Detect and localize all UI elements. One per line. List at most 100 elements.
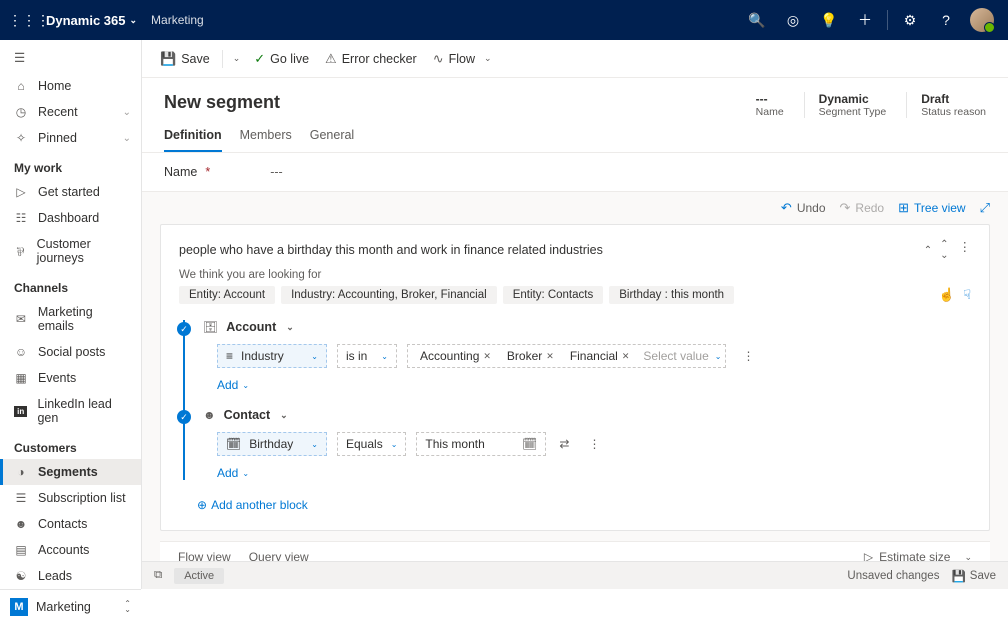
- chevron-down-icon: ⌄: [480, 53, 496, 64]
- treeview-button[interactable]: ⊞Tree view: [898, 200, 965, 216]
- chevron-down-icon[interactable]: ⌄: [280, 410, 288, 421]
- chevron-down-icon: ⌄: [391, 440, 398, 449]
- page-title: New segment: [164, 92, 280, 118]
- chevron-down-icon[interactable]: ⌄: [286, 322, 294, 333]
- remove-icon[interactable]: ✕: [622, 351, 630, 362]
- suggest-label: We think you are looking for: [179, 269, 971, 281]
- gear-icon[interactable]: ⚙: [892, 12, 928, 29]
- sidebar-item-events[interactable]: ▦Events: [0, 365, 141, 391]
- block-check-icon: ✓: [177, 410, 191, 424]
- suggest-chip[interactable]: Entity: Contacts: [503, 286, 604, 304]
- sidebar-item-linkedin[interactable]: inLinkedIn lead gen: [0, 391, 141, 431]
- pin-icon: ✧: [14, 131, 28, 145]
- block-check-icon: ✓: [177, 322, 191, 336]
- queryview-tab[interactable]: Query view: [249, 550, 309, 561]
- dashboard-icon: ☷: [14, 211, 28, 225]
- flow-icon: ∿: [433, 51, 444, 67]
- calendar-icon: 🗓: [522, 437, 537, 451]
- entity-label[interactable]: Contact: [224, 408, 271, 422]
- value-input[interactable]: This month 🗓: [416, 432, 546, 456]
- status-badge: Active: [174, 568, 224, 584]
- operator-dropdown[interactable]: Equals⌄: [337, 432, 406, 456]
- undo-button[interactable]: ↶Undo: [781, 200, 826, 216]
- sidebar-item-contacts[interactable]: ☻Contacts: [0, 511, 141, 537]
- query-block-contact: ✓ ☻ Contact ⌄ 🗓Birthday⌄ Equals⌄ This m: [185, 408, 971, 480]
- plus-icon: ⊕: [197, 498, 207, 512]
- nlq-input[interactable]: people who have a birthday this month an…: [179, 243, 916, 257]
- sidebar-item-getstarted[interactable]: ▷Get started: [0, 179, 141, 205]
- hamburger-icon[interactable]: ☰: [0, 40, 141, 73]
- golive-button[interactable]: ✓Go live: [248, 47, 315, 71]
- nlq-more-icon[interactable]: ⋮: [959, 239, 972, 261]
- add-block-button[interactable]: ⊕Add another block: [179, 496, 971, 514]
- save-chevron[interactable]: ⌄: [229, 53, 245, 64]
- home-icon: ⌂: [14, 79, 28, 93]
- mail-icon: ✉: [14, 312, 28, 326]
- sidebar-item-dashboard[interactable]: ☷Dashboard: [0, 205, 141, 231]
- target-icon[interactable]: ◎: [775, 12, 811, 29]
- sidebar-group-customers: Customers: [0, 431, 141, 459]
- sidebar-item-social[interactable]: ☺Social posts: [0, 339, 141, 365]
- collapse-icon[interactable]: ⌃: [924, 245, 932, 256]
- shuffle-icon[interactable]: ⇄: [556, 437, 572, 451]
- flowview-tab[interactable]: Flow view: [178, 550, 231, 561]
- app-launcher-icon[interactable]: ⋮⋮⋮: [8, 12, 40, 29]
- thumbs-down-icon[interactable]: ☟: [963, 287, 971, 303]
- avatar[interactable]: [970, 8, 994, 32]
- sidebar-item-subscription[interactable]: ☰Subscription list: [0, 485, 141, 511]
- redo-button[interactable]: ↷Redo: [840, 200, 885, 216]
- nlq-collapse-icon[interactable]: ⌃⌄: [940, 239, 948, 261]
- suggest-chip[interactable]: Industry: Accounting, Broker, Financial: [281, 286, 497, 304]
- sidebar-item-pinned[interactable]: ✧Pinned⌄: [0, 125, 141, 151]
- expand-button[interactable]: ⤢: [980, 200, 990, 216]
- suggest-chip[interactable]: Entity: Account: [179, 286, 275, 304]
- entity-icon: ☻: [203, 408, 216, 422]
- sidebar-item-home[interactable]: ⌂Home: [0, 73, 141, 99]
- estimate-button[interactable]: ▷Estimate size⌄: [864, 550, 972, 561]
- footer-save-button[interactable]: 💾Save: [951, 569, 996, 583]
- unsaved-label: Unsaved changes: [847, 570, 939, 582]
- operator-dropdown[interactable]: is in⌄: [337, 344, 397, 368]
- sidebar-group-mywork: My work: [0, 151, 141, 179]
- popout-icon[interactable]: ⧉: [154, 569, 162, 582]
- tree-icon: ⊞: [898, 200, 909, 216]
- suggest-chip[interactable]: Birthday : this month: [609, 286, 734, 304]
- remove-icon[interactable]: ✕: [483, 351, 491, 362]
- chevron-down-icon: ⌄: [242, 469, 249, 478]
- sidebar-item-segments[interactable]: ◑Segments: [0, 459, 141, 485]
- add-icon[interactable]: ＋: [847, 10, 883, 30]
- value-placeholder: Select value: [637, 349, 714, 363]
- tab-members[interactable]: Members: [240, 128, 292, 152]
- sidebar-item-journeys[interactable]: ⅌Customer journeys: [0, 231, 141, 271]
- sidebar-item-leads[interactable]: ☯Leads: [0, 563, 141, 589]
- add-condition-button[interactable]: Add⌄: [217, 378, 971, 392]
- values-input[interactable]: Accounting✕ Broker✕ Financial✕ Select va…: [407, 344, 726, 368]
- flow-button[interactable]: ∿Flow⌄: [427, 47, 502, 71]
- help-icon[interactable]: ?: [928, 12, 964, 28]
- field-dropdown[interactable]: 🗓Birthday⌄: [217, 432, 327, 456]
- search-icon[interactable]: 🔍: [739, 12, 775, 29]
- building-icon: ▤: [14, 543, 28, 557]
- sidebar-item-emails[interactable]: ✉Marketing emails: [0, 299, 141, 339]
- check-icon: ✓: [254, 51, 265, 67]
- field-icon: ≡: [226, 349, 233, 363]
- add-condition-button[interactable]: Add⌄: [217, 466, 971, 480]
- save-button[interactable]: 💾Save: [154, 47, 216, 71]
- area-switcher[interactable]: M Marketing ⌃⌄: [0, 589, 141, 624]
- tab-general[interactable]: General: [310, 128, 354, 152]
- name-field-value[interactable]: ---: [270, 165, 283, 179]
- remove-icon[interactable]: ✕: [546, 351, 554, 362]
- field-dropdown[interactable]: ≡Industry⌄: [217, 344, 327, 368]
- segment-builder: people who have a birthday this month an…: [160, 224, 990, 531]
- app-switcher[interactable]: Dynamic 365 ⌄: [40, 13, 143, 28]
- errorchecker-button[interactable]: ⚠Error checker: [319, 47, 423, 71]
- clock-icon: ◷: [14, 105, 28, 119]
- thumbs-up-icon[interactable]: ☝: [939, 287, 955, 303]
- sidebar-item-recent[interactable]: ◷Recent⌄: [0, 99, 141, 125]
- entity-label[interactable]: Account: [226, 320, 276, 334]
- row-more-icon[interactable]: ⋮: [736, 349, 760, 363]
- row-more-icon[interactable]: ⋮: [582, 437, 606, 451]
- lightbulb-icon[interactable]: 💡: [811, 12, 847, 29]
- tab-definition[interactable]: Definition: [164, 128, 222, 152]
- sidebar-item-accounts[interactable]: ▤Accounts: [0, 537, 141, 563]
